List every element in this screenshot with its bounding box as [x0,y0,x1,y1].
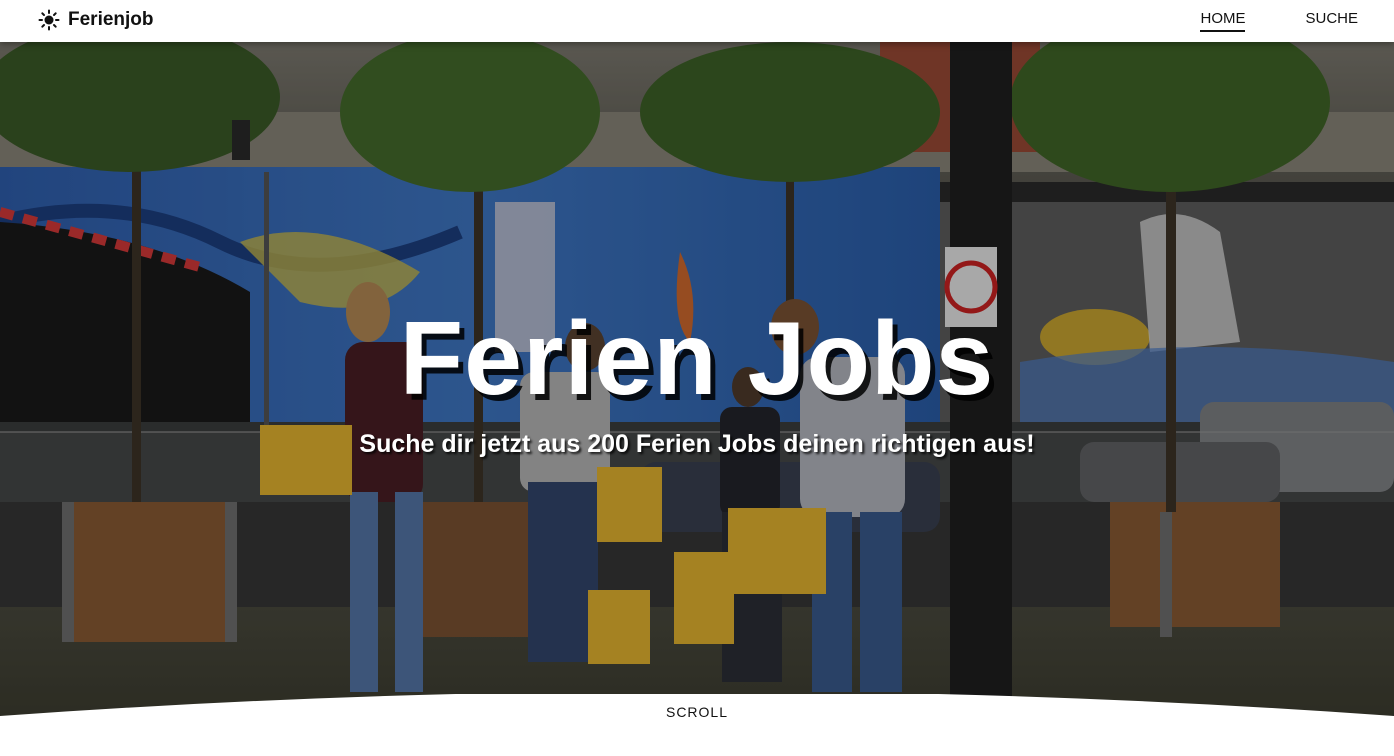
hero-subtitle: Suche dir jetzt aus 200 Ferien Jobs dein… [359,430,1035,458]
hero-title: Ferien Jobs [399,301,995,417]
page: Ferienjob HOME SUCHE Ferien Jobs Suche d… [0,0,1394,756]
sun-icon [38,9,60,31]
brand-logo[interactable]: Ferienjob [38,9,154,31]
nav-links: HOME SUCHE [1200,10,1358,32]
scroll-button[interactable]: SCROLL [0,704,1394,720]
nav-link-home[interactable]: HOME [1200,10,1246,32]
top-navbar: Ferienjob HOME SUCHE [0,0,1394,42]
hero-section: Ferien Jobs Suche dir jetzt aus 200 Feri… [0,42,1394,756]
brand-name: Ferienjob [68,9,154,30]
nav-link-suche[interactable]: SUCHE [1305,10,1358,32]
